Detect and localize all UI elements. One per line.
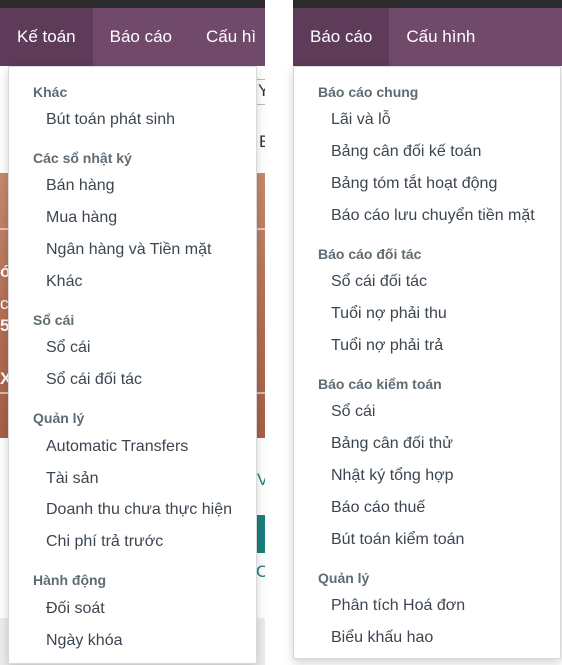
menu-item-aged-payable[interactable]: Tuổi nợ phải trả <box>331 337 443 355</box>
menu-item-trial-balance[interactable]: Bảng cân đối thử <box>331 435 453 453</box>
menu-item-deferred-expense[interactable]: Chi phí trả trước <box>46 533 163 551</box>
menu-item-consolidated-journals[interactable]: Nhật ký tổng hợp <box>331 467 454 485</box>
menu-item-executive-summary[interactable]: Bảng tóm tắt hoạt động <box>331 175 497 193</box>
menu-item-bank-cash[interactable]: Ngân hàng và Tiền mặt <box>46 241 211 259</box>
top-navbar-left: Kế toán Báo cáo Cấu hì <box>0 8 265 66</box>
menu-item-invoice-analysis[interactable]: Phân tích Hoá đơn <box>331 597 465 615</box>
nav-item-configuration[interactable]: Cấu hì <box>189 8 256 66</box>
menu-section-title: Báo cáo đối tác <box>318 246 422 262</box>
top-navbar-right: Báo cáo Cấu hình <box>293 8 562 66</box>
menu-section-title: Báo cáo kiểm toán <box>318 376 442 392</box>
menu-section-title: Quản lý <box>318 570 370 586</box>
nav-item-reports[interactable]: Báo cáo <box>293 8 390 66</box>
menu-item-assets[interactable]: Tài sản <box>46 470 98 488</box>
menu-section-title: Báo cáo chung <box>318 84 419 100</box>
menu-item-profit-loss[interactable]: Lãi và lỗ <box>331 111 391 129</box>
reports-dropdown-menu: Báo cáo chung Lãi và lỗ Bảng cân đối kế … <box>293 66 561 659</box>
menu-item-sales[interactable]: Bán hàng <box>46 177 115 195</box>
menu-item-partner-ledger[interactable]: Sổ cái đối tác <box>46 371 142 389</box>
menu-item-journal-audit[interactable]: Bút toán kiểm toán <box>331 531 464 549</box>
nav-item-configuration[interactable]: Cấu hình <box>389 8 492 66</box>
nav-item-accounting[interactable]: Kế toán <box>0 8 93 66</box>
menu-section-title: Các sổ nhật ký <box>33 150 132 166</box>
menu-section-title: Khác <box>33 84 68 100</box>
nav-item-reports[interactable]: Báo cáo <box>93 8 189 66</box>
accounting-dropdown-menu: Khác Bút toán phát sinh Các sổ nhật ký B… <box>8 66 257 664</box>
menu-item-miscellaneous[interactable]: Khác <box>46 273 82 291</box>
menu-item-depreciation-schedule[interactable]: Biểu khấu hao <box>331 629 433 647</box>
menu-item-general-ledger[interactable]: Sổ cái <box>331 403 375 421</box>
screenshot: Y E ó ch 5 X V C Kế toán Báo cáo Cấu hì … <box>0 0 562 665</box>
menu-item-lock-dates[interactable]: Ngày khóa <box>46 632 123 650</box>
menu-item-partner-ledger[interactable]: Sổ cái đối tác <box>331 273 427 291</box>
menu-section-title: Sổ cái <box>33 312 75 328</box>
menu-item-cash-flow[interactable]: Báo cáo lưu chuyển tiền mặt <box>331 207 535 225</box>
menu-item-journal-items[interactable]: Bút toán phát sinh <box>46 111 175 129</box>
menu-item-automatic-transfers[interactable]: Automatic Transfers <box>46 438 188 456</box>
menu-item-deferred-revenue[interactable]: Doanh thu chưa thực hiện <box>46 501 232 519</box>
menu-section-title: Quản lý <box>33 410 85 426</box>
menu-item-balance-sheet[interactable]: Bảng cân đối kế toán <box>331 143 481 161</box>
menu-item-aged-receivable[interactable]: Tuổi nợ phải thu <box>331 305 447 323</box>
menu-item-tax-report[interactable]: Báo cáo thuế <box>331 499 425 517</box>
menu-section-title: Hành động <box>33 572 107 588</box>
screenshot-gap <box>265 0 293 665</box>
menu-item-purchases[interactable]: Mua hàng <box>46 209 117 227</box>
menu-item-general-ledger[interactable]: Sổ cái <box>46 339 90 357</box>
menu-item-reconciliation[interactable]: Đối soát <box>46 600 105 618</box>
